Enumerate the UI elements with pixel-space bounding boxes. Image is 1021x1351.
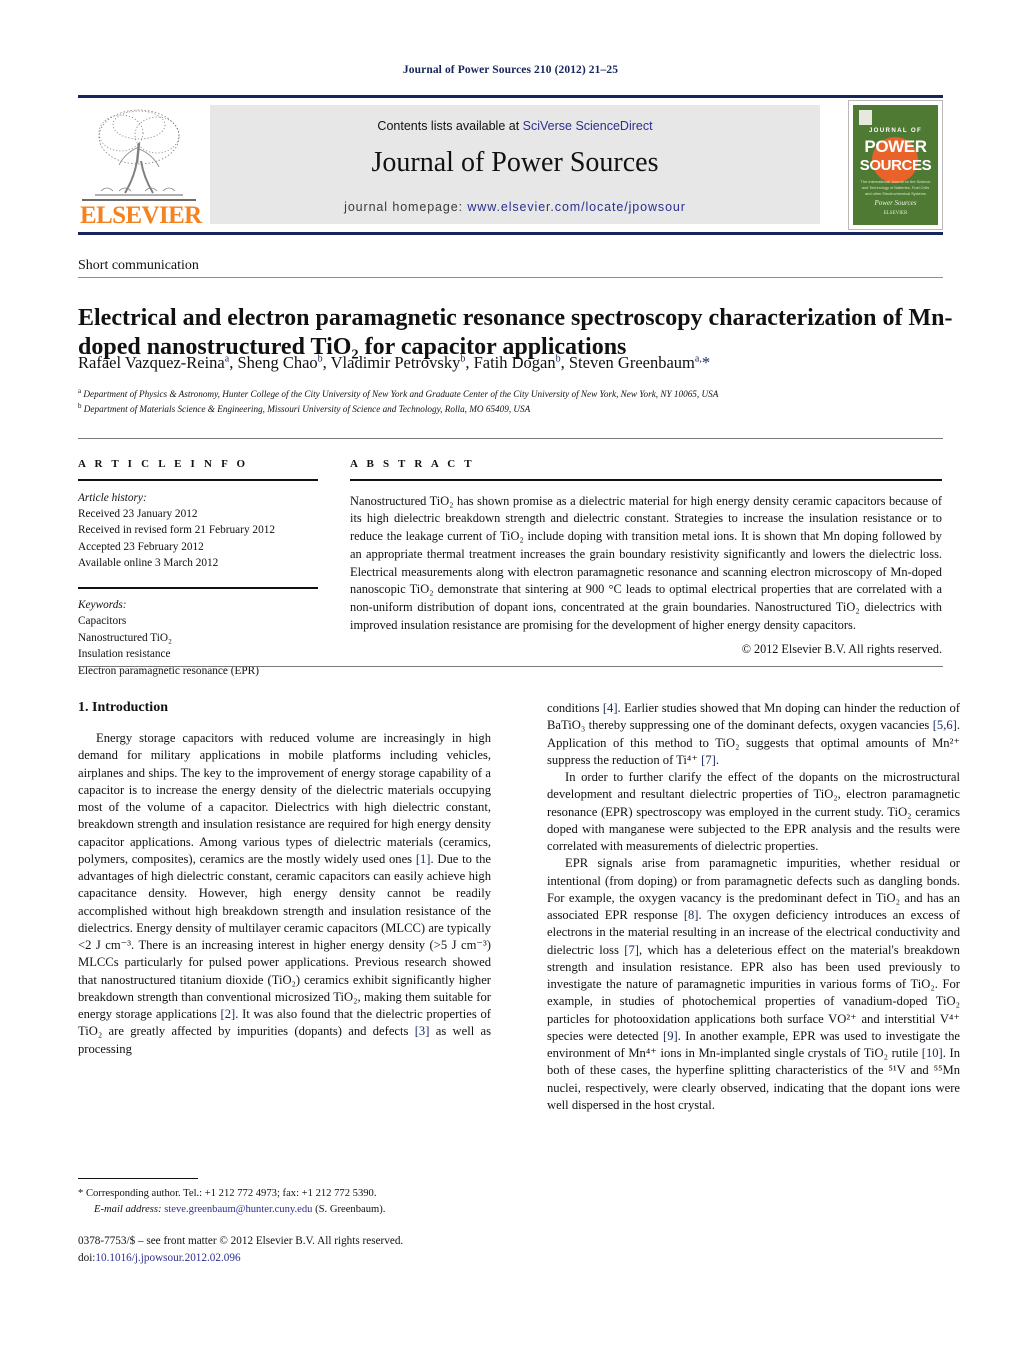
cover-line3: SOURCES [859,157,932,174]
masthead-bottom-rule [78,232,943,235]
cover-background: JOURNAL OF POWER SOURCES The Internation… [853,105,938,225]
body-column-left: 1. Introduction Energy storage capacitor… [78,700,491,1058]
cover-line1: JOURNAL OF [868,127,923,134]
sciencedirect-link[interactable]: SciVerse ScienceDirect [523,119,653,133]
email-note: E-mail address: steve.greenbaum@hunter.c… [78,1202,498,1218]
history-item: Received in revised form 21 February 201… [78,524,276,537]
info-abstract-box: A R T I C L E I N F O Article history: R… [78,438,943,677]
homepage-url[interactable]: www.elsevier.com/locate/jpowsour [467,200,685,214]
body-column-right: conditions [4]. Earlier studies showed t… [547,700,960,1114]
history-item: Accepted 23 February 2012 [78,540,204,553]
contents-line: Contents lists available at SciVerse Sci… [210,119,820,133]
email-label: E-mail address: [94,1203,162,1215]
article-page: Journal of Power Sources 210 (2012) 21–2… [0,0,1021,1351]
journal-title: Journal of Power Sources [371,147,659,178]
abstract-heading: A B S T R A C T [350,458,475,470]
elsevier-wordmark: ELSEVIER [80,202,202,229]
elsevier-logo: ELSEVIER [80,103,202,229]
cover-imprint: ELSEVIER [883,211,908,216]
contents-prefix: Contents lists available at [377,119,523,133]
imprint-block: 0378-7753/$ – see front matter © 2012 El… [78,1233,538,1267]
keyword-item: Insulation resistance [78,648,171,661]
cover-scribble: Power Sources [874,199,917,207]
author-list: Rafael Vazquez-Reinaa, Sheng Chaob, Vlad… [78,353,711,372]
issn-line: 0378-7753/$ – see front matter © 2012 El… [78,1235,404,1247]
paragraph: EPR signals arise from paramagnetic impu… [547,856,960,1112]
article-info-rule [78,479,318,481]
abstract-text: Nanostructured TiO₂ has shown promise as… [350,493,942,632]
journal-homepage-line: journal homepage: www.elsevier.com/locat… [210,200,820,214]
elsevier-tree-icon [95,109,183,196]
paragraph: Energy storage capacitors with reduced v… [78,731,492,1056]
article-info-heading: A R T I C L E I N F O [78,458,249,470]
affiliation-b: b Department of Materials Science & Engi… [78,402,531,415]
infobox-bottom-rule [78,666,943,667]
history-item: Available online 3 March 2012 [78,557,219,570]
cover-line2: POWER [864,137,927,156]
affiliation-a: a Department of Physics & Astronomy, Hun… [78,387,719,400]
masthead-top-rule [78,95,943,98]
abstract-rule [350,479,942,481]
homepage-label: journal homepage: [344,200,463,214]
email-link[interactable]: steve.greenbaum@hunter.cuny.edu [164,1204,312,1215]
abstract-copyright: © 2012 Elsevier B.V. All rights reserved… [741,642,942,657]
email-suffix: (S. Greenbaum). [315,1203,386,1215]
abstract-column: A B S T R A C T Nanostructured TiO₂ has … [350,458,942,657]
keyword-item: Capacitors [78,615,127,628]
footnote-block: * Corresponding author. Tel.: +1 212 772… [78,1186,498,1218]
footnote-rule [78,1178,198,1180]
article-history-label: Article history: [78,491,147,504]
article-type-rule [78,277,943,278]
paragraph: In order to further clarify the effect o… [547,770,960,853]
section-heading-introduction: 1. Introduction [78,700,168,715]
doi-line: doi:10.1016/j.jpowsour.2012.02.096 [78,1250,538,1267]
affiliations: a Department of Physics & Astronomy, Hun… [78,386,958,417]
cover-elsevier-mark-icon [859,110,872,125]
journal-masthead: ELSEVIER Contents lists available at Sci… [78,95,943,235]
keywords-label: Keywords: [78,599,127,612]
elsevier-logo-divider [82,199,196,201]
history-item: Received 23 January 2012 [78,507,198,520]
keywords-rule [78,587,318,590]
doi-label: doi: [78,1251,96,1264]
article-type: Short communication [78,258,199,273]
paragraph: conditions [4]. Earlier studies showed t… [547,701,960,767]
article-info-column: A R T I C L E I N F O Article history: R… [78,458,318,679]
corresponding-author-note: * Corresponding author. Tel.: +1 212 772… [78,1188,377,1199]
infobox-top-rule [78,438,943,439]
keyword-item: Nanostructured TiO₂ [78,631,172,644]
running-head: Journal of Power Sources 210 (2012) 21–2… [402,64,619,76]
masthead-banner: Contents lists available at SciVerse Sci… [210,105,820,224]
journal-cover-thumbnail: JOURNAL OF POWER SOURCES The Internation… [848,100,943,230]
doi-value[interactable]: 10.1016/j.jpowsour.2012.02.096 [95,1252,240,1264]
article-history: Article history: Received 23 January 201… [78,490,318,572]
cover-blurb: The International Journal on the Science… [860,179,931,196]
